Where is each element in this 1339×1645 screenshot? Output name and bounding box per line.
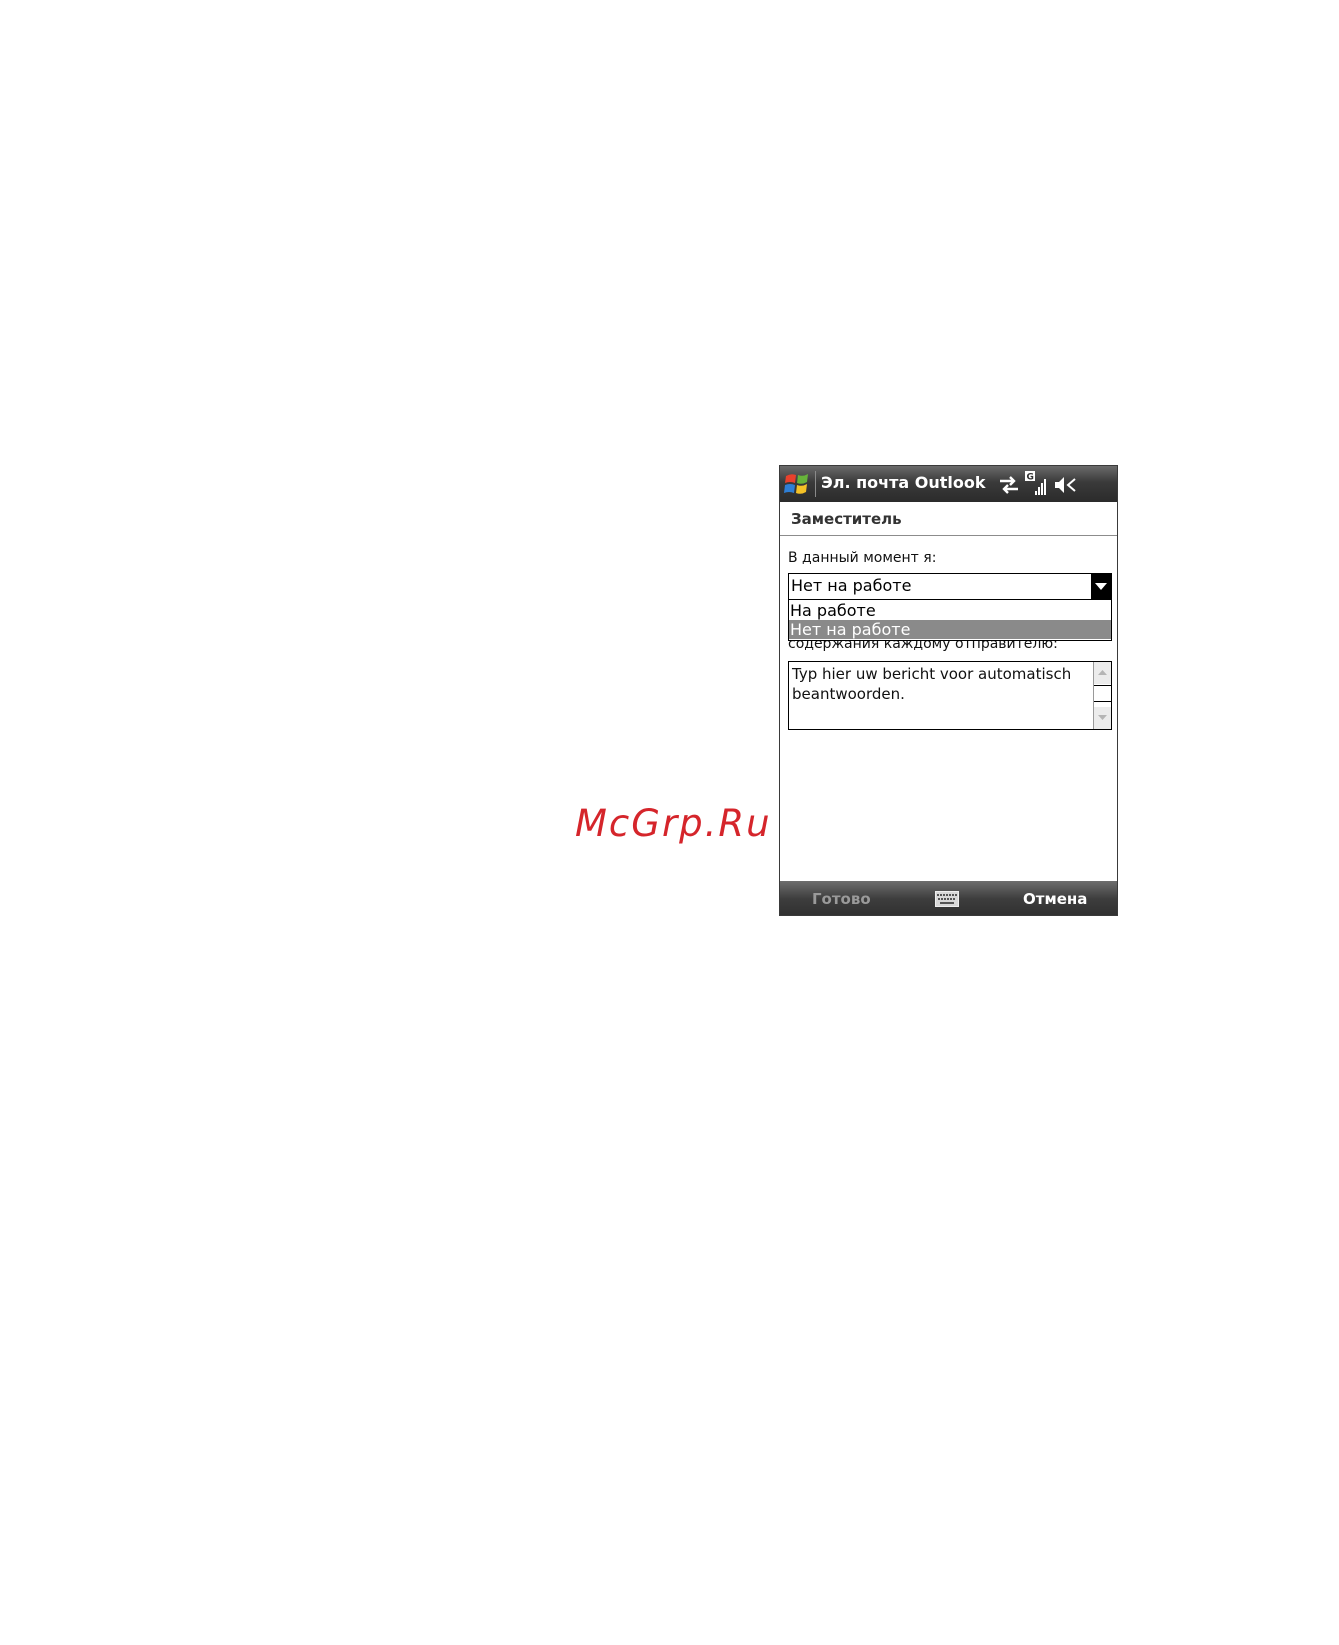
scroll-down-button[interactable] (1094, 707, 1111, 729)
watermark: McGrp.Ru (575, 802, 772, 845)
status-select-value: Нет на работе (791, 576, 912, 595)
reply-message-textarea[interactable]: Typ hier uw bericht voor automatisch bea… (788, 661, 1112, 730)
done-button[interactable]: Готово (812, 890, 871, 908)
windows-start-icon[interactable] (783, 471, 811, 497)
reply-message-text: Typ hier uw bericht voor automatisch bea… (792, 665, 1072, 703)
svg-text:G: G (1027, 473, 1034, 483)
device-screen: Эл. почта Outlook G Заместитель В данный… (779, 465, 1118, 916)
option-out-of-office[interactable]: Нет на работе (789, 620, 1111, 639)
status-select[interactable]: Нет на работе (788, 573, 1112, 600)
screen-title: Заместитель (791, 510, 902, 528)
data-sync-icon[interactable] (997, 475, 1021, 495)
scroll-up-button[interactable] (1094, 662, 1111, 684)
chevron-down-icon[interactable] (1091, 574, 1111, 599)
signal-gprs-icon[interactable]: G (1025, 471, 1049, 497)
volume-muted-icon[interactable] (1053, 475, 1079, 495)
title-bar: Эл. почта Outlook G (780, 466, 1117, 502)
screen-header: Заместитель (780, 502, 1117, 536)
keyboard-icon[interactable] (935, 891, 959, 907)
scroll-thumb[interactable] (1094, 685, 1111, 702)
status-dropdown-list: На работе Нет на работе (788, 600, 1112, 641)
chevron-down-icon (1098, 715, 1107, 720)
app-title: Эл. почта Outlook (821, 473, 986, 492)
title-separator (815, 471, 816, 497)
textarea-scrollbar[interactable] (1093, 662, 1111, 729)
softkey-bar: Готово Отмена (780, 881, 1117, 915)
status-label: В данный момент я: (788, 550, 937, 566)
cancel-button[interactable]: Отмена (1023, 890, 1087, 908)
chevron-up-icon (1098, 670, 1107, 675)
option-at-work[interactable]: На работе (789, 601, 1111, 620)
